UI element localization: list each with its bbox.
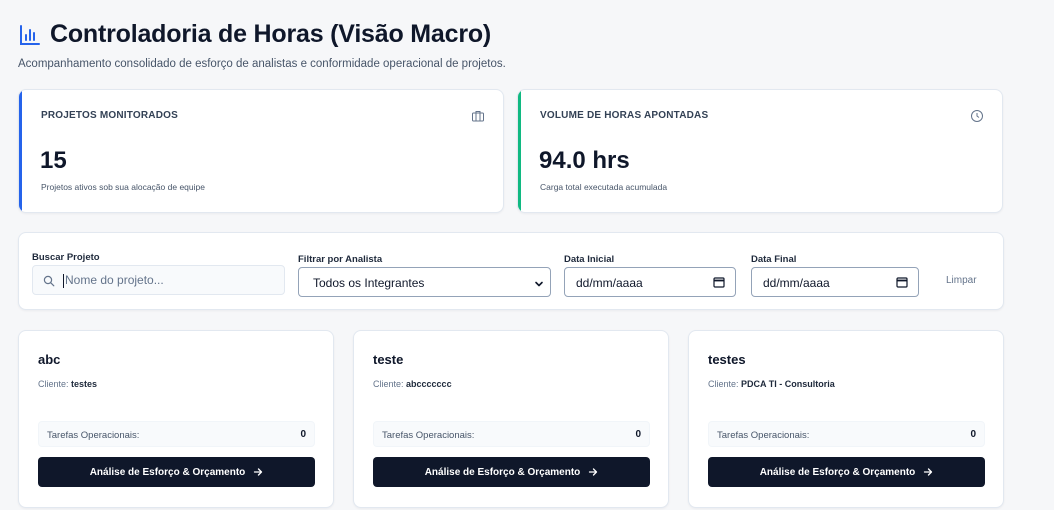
briefcase-icon [471, 109, 485, 123]
project-client: Cliente: abccccccc [373, 379, 452, 389]
tasks-summary: Tarefas Operacionais: 0 [708, 421, 985, 447]
filters-panel: Buscar Projeto Filtrar por Analista Todo… [18, 232, 1004, 310]
end-date-value: dd/mm/aaaa [763, 276, 830, 290]
client-label: Cliente: [708, 379, 739, 389]
client-name: PDCA TI - Consultoria [741, 379, 835, 389]
effort-analysis-label: Análise de Esforço & Orçamento [424, 466, 581, 478]
effort-analysis-button[interactable]: Análise de Esforço & Orçamento [38, 457, 315, 487]
effort-analysis-button[interactable]: Análise de Esforço & Orçamento [708, 457, 985, 487]
kpi-caption: Projetos ativos sob sua alocação de equi… [41, 182, 205, 192]
chevron-down-icon [534, 278, 544, 288]
end-date-input[interactable]: dd/mm/aaaa [751, 267, 919, 297]
search-field[interactable] [32, 265, 285, 295]
client-label: Cliente: [373, 379, 404, 389]
client-name: abccccccc [406, 379, 452, 389]
tasks-label: Tarefas Operacionais: [47, 430, 140, 441]
kpi-caption: Carga total executada acumulada [540, 182, 668, 192]
start-date-input[interactable]: dd/mm/aaaa [564, 267, 736, 297]
project-card: teste Cliente: abccccccc Tarefas Operaci… [353, 330, 669, 508]
kpi-value: 94.0 hrs [539, 147, 630, 174]
tasks-count: 0 [970, 429, 976, 440]
search-label: Buscar Projeto [32, 252, 100, 263]
project-card: testes Cliente: PDCA TI - Consultoria Ta… [688, 330, 1004, 508]
calendar-icon[interactable] [896, 276, 908, 288]
tasks-label: Tarefas Operacionais: [717, 430, 810, 441]
project-name: abc [38, 352, 61, 367]
kpi-accent-bar [19, 90, 22, 212]
kpi-accent-bar [518, 90, 521, 212]
tasks-summary: Tarefas Operacionais: 0 [373, 421, 650, 447]
kpi-label: VOLUME DE HORAS APONTADAS [540, 110, 709, 121]
effort-analysis-label: Análise de Esforço & Orçamento [89, 466, 246, 478]
title-row: Controladoria de Horas (Visão Macro) [18, 20, 506, 49]
kpi-card-projects: PROJETOS MONITORADOS 15 Projetos ativos … [18, 89, 504, 213]
kpi-card-hours: VOLUME DE HORAS APONTADAS 94.0 hrs Carga… [517, 89, 1003, 213]
page-subtitle: Acompanhamento consolidado de esforço de… [18, 58, 506, 70]
tasks-count: 0 [300, 429, 306, 440]
arrow-right-icon [588, 467, 598, 477]
tasks-count: 0 [635, 429, 641, 440]
project-client: Cliente: PDCA TI - Consultoria [708, 379, 835, 389]
project-client: Cliente: testes [38, 379, 97, 389]
project-card: abc Cliente: testes Tarefas Operacionais… [18, 330, 334, 508]
clear-filters-button[interactable]: Limpar [946, 275, 977, 286]
client-name: testes [71, 379, 98, 389]
kpi-label: PROJETOS MONITORADOS [41, 110, 178, 121]
tasks-summary: Tarefas Operacionais: 0 [38, 421, 315, 447]
search-icon [43, 275, 55, 287]
start-date-label: Data Inicial [564, 254, 615, 265]
effort-analysis-label: Análise de Esforço & Orçamento [759, 466, 916, 478]
project-name: testes [708, 352, 746, 367]
tasks-label: Tarefas Operacionais: [382, 430, 475, 441]
calendar-icon[interactable] [713, 276, 725, 288]
page-title: Controladoria de Horas (Visão Macro) [50, 20, 492, 48]
arrow-right-icon [923, 467, 933, 477]
analyst-select-value: Todos os Integrantes [313, 276, 425, 290]
start-date-value: dd/mm/aaaa [576, 276, 643, 290]
end-date-label: Data Final [751, 254, 797, 265]
page-header: Controladoria de Horas (Visão Macro) Aco… [18, 20, 506, 70]
text-caret [63, 274, 64, 288]
effort-analysis-button[interactable]: Análise de Esforço & Orçamento [373, 457, 650, 487]
client-label: Cliente: [38, 379, 69, 389]
analyst-label: Filtrar por Analista [298, 254, 383, 265]
analyst-select[interactable]: Todos os Integrantes [298, 267, 551, 297]
kpi-value: 15 [40, 147, 67, 174]
clock-icon [970, 109, 984, 123]
search-input[interactable] [65, 266, 275, 294]
bar-chart-icon [18, 23, 42, 47]
project-name: teste [373, 352, 404, 367]
arrow-right-icon [253, 467, 263, 477]
